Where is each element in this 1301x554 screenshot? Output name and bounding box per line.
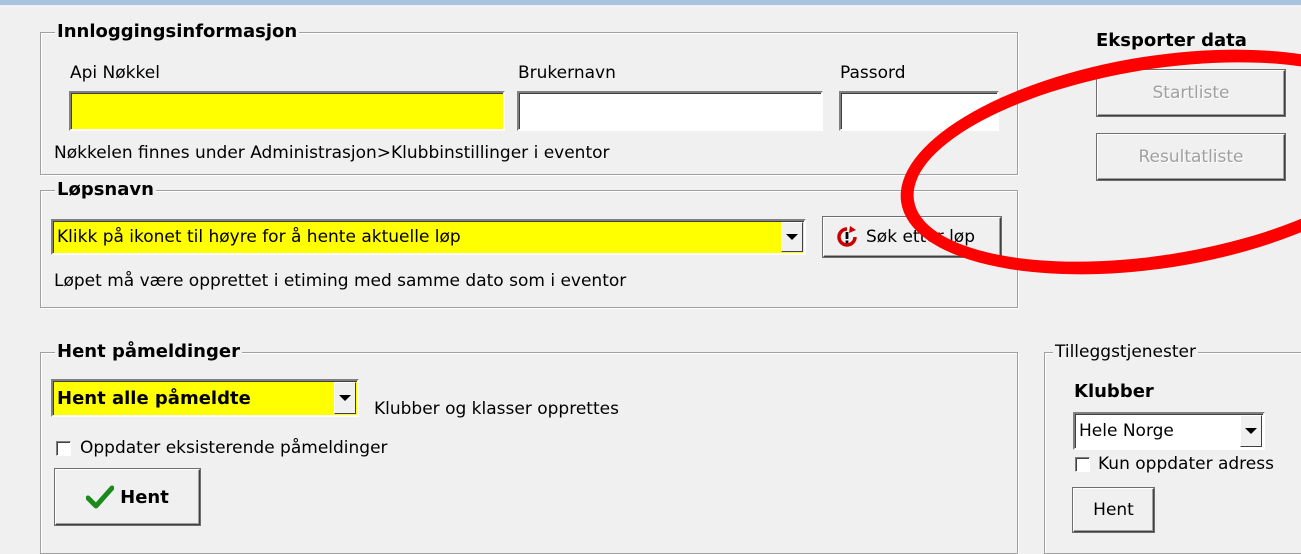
fetch-registrations-button-label: Hent	[120, 486, 169, 508]
update-registrations-label: Oppdater eksisterende påmeldinger	[80, 438, 388, 458]
search-race-button[interactable]: Søk etter løp	[823, 217, 1001, 257]
api-key-label: Api Nøkkel	[70, 63, 160, 83]
chevron-down-icon	[786, 234, 798, 240]
password-label: Passord	[840, 63, 906, 83]
password-input[interactable]	[839, 91, 999, 131]
update-registrations-checkbox[interactable]	[56, 441, 71, 456]
race-select-value: Klikk på ikonet til høyre for å hente ak…	[57, 227, 461, 247]
search-race-button-label: Søk etter løp	[866, 227, 975, 247]
clubs-select-dropdown-button[interactable]	[1240, 415, 1262, 447]
start-list-button[interactable]: Startliste	[1097, 70, 1285, 116]
registrations-select-dropdown-button[interactable]	[334, 382, 356, 414]
race-select-dropdown-button[interactable]	[781, 222, 803, 252]
registrations-select-value: Hent alle påmeldte	[57, 387, 251, 409]
registrations-select[interactable]: Hent alle påmeldte	[51, 379, 359, 417]
race-select[interactable]: Klikk på ikonet til høyre for å hente ak…	[51, 219, 806, 255]
registrations-note: Klubber og klasser opprettes	[374, 399, 619, 419]
checkmark-icon	[85, 485, 115, 509]
username-input[interactable]	[517, 91, 823, 131]
window-top-border	[0, 0, 1301, 5]
api-key-hint: Nøkkelen finnes under Administrasjon>Klu…	[54, 143, 610, 163]
clubs-select[interactable]: Hele Norge	[1073, 412, 1265, 450]
extras-group-title: Tilleggstjenester	[1053, 341, 1198, 363]
fetch-extras-button[interactable]: Hent	[1073, 488, 1154, 532]
refresh-alert-icon	[836, 226, 858, 248]
login-group-title: Innloggingsinformasjon	[55, 21, 300, 43]
chevron-down-icon	[1245, 428, 1257, 434]
fetch-registrations-button[interactable]: Hent	[55, 469, 200, 525]
address-only-checkbox[interactable]	[1075, 457, 1090, 472]
registrations-group-title: Hent påmeldinger	[55, 341, 242, 363]
result-list-button[interactable]: Resultatliste	[1097, 134, 1285, 180]
clubs-select-value: Hele Norge	[1079, 421, 1174, 441]
address-only-label: Kun oppdater adress	[1098, 454, 1274, 474]
race-hint: Løpet må være opprettet i etiming med sa…	[54, 271, 627, 291]
api-key-input[interactable]	[69, 91, 505, 131]
race-group-title: Løpsnavn	[55, 179, 156, 201]
clubs-label: Klubber	[1074, 381, 1154, 402]
chevron-down-icon	[339, 395, 351, 401]
username-label: Brukernavn	[518, 63, 616, 83]
export-title: Eksporter data	[1096, 30, 1247, 51]
